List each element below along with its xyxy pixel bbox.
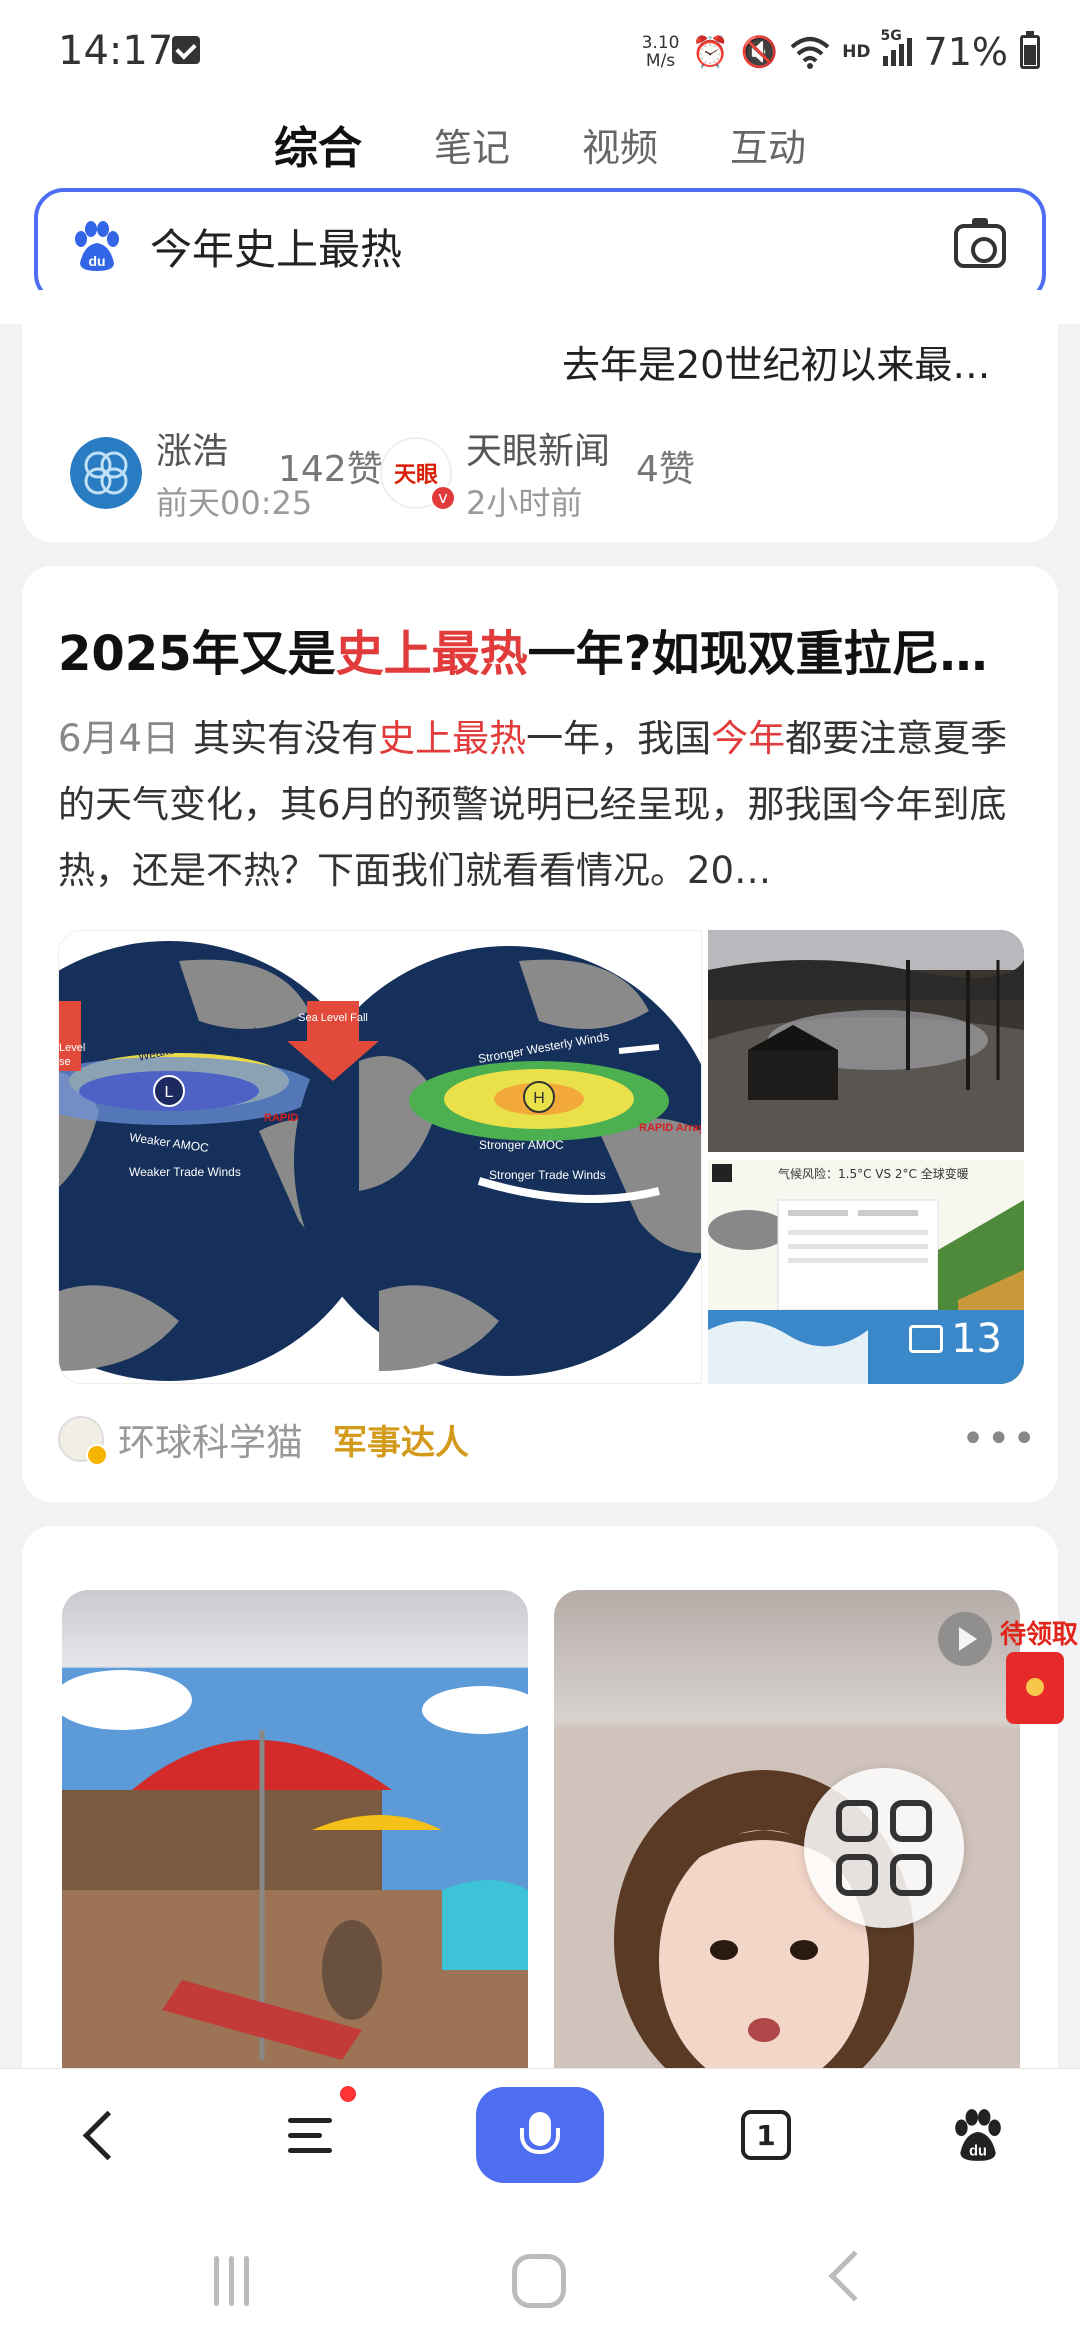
network-speed: 3.10 M/s [642, 34, 680, 70]
map-label: Level [59, 1042, 85, 1054]
checkbox-notification-icon [172, 36, 200, 64]
hd-icon: HD [842, 42, 871, 62]
svg-text:du: du [969, 2144, 987, 2160]
notification-dot [340, 2086, 356, 2102]
image-count-value: 13 [951, 1316, 1002, 1362]
svg-text:du: du [88, 253, 105, 269]
title-text: 2025年又是 [58, 626, 336, 682]
map-label: se [59, 1056, 71, 1068]
recent-apps-icon[interactable] [214, 2256, 258, 2306]
map-label: Stronger Trade Winds [489, 1168, 606, 1182]
infographic-title: 气候风险：1.5°C VS 2°C 全球变暖 [778, 1166, 969, 1181]
status-time: 14:17 [58, 28, 174, 74]
result-card-top-partial[interactable]: 去年是20世纪初以来最… 涨浩 前天00:25 142赞 天眼 v 天眼新闻 2… [22, 290, 1058, 542]
reward-label[interactable]: 待领取 [1000, 1614, 1078, 1651]
home-icon[interactable] [512, 2254, 566, 2308]
article-title[interactable]: 2025年又是史上最热一年?如现双重拉尼… [58, 614, 987, 684]
ocean-circulation-diagram: L Weaker Westerly Winds Weaker AMOC Weak… [59, 931, 702, 1383]
battery-percent: 71% [923, 30, 1008, 74]
net-speed-value: 3.10 [641, 33, 680, 53]
network-type: 5G [880, 28, 902, 44]
baidu-home-icon[interactable]: du [946, 2087, 1010, 2183]
map-label: Stronger AMOC [479, 1138, 564, 1152]
article-image-ocean-map[interactable]: L Weaker Westerly Winds Weaker AMOC Weak… [58, 930, 702, 1384]
battery-icon [1020, 31, 1040, 69]
card1-right-author[interactable]: 天眼 v 天眼新闻 2小时前 [380, 422, 610, 524]
article-snippet: 6月4日 其实有没有史上最热一年，我国今年都要注意夏季的天气变化，其6月的预警说明… [58, 706, 1038, 904]
source-name[interactable]: 环球科学猫 [118, 1412, 303, 1466]
wildfire-photo [708, 930, 1024, 1152]
tabs-count: 1 [741, 2110, 791, 2160]
tabs-button[interactable]: 1 [738, 2087, 794, 2183]
post-time: 2小时前 [466, 484, 583, 522]
tab-videos[interactable]: 视频 [582, 117, 658, 172]
image-count: 13 [909, 1316, 1002, 1362]
mute-icon: 🔇 [740, 34, 779, 70]
grid-apps-icon[interactable] [804, 1768, 964, 1928]
snippet-text: 其实有没有 [193, 717, 379, 760]
status-bar: 14:17 3.10 M/s ⏰ 🔇 HD 5G 71% [0, 0, 1080, 100]
status-icons: 3.10 M/s ⏰ 🔇 HD 5G 71% [642, 28, 1040, 74]
bottom-nav-bar: 1 du [0, 2068, 1080, 2220]
baidu-paw-icon: du [75, 221, 119, 271]
more-options-icon[interactable]: ••• [961, 1416, 1038, 1462]
search-input[interactable] [150, 221, 954, 271]
tab-all[interactable]: 综合 [274, 112, 362, 176]
like-count: 4赞 [636, 449, 695, 490]
system-back-icon[interactable] [828, 2250, 880, 2302]
gallery-icon [909, 1325, 944, 1353]
snippet-highlight: 史上最热 [378, 717, 527, 760]
wifi-icon [790, 37, 830, 69]
map-label: Sea Level Fall [298, 1012, 368, 1024]
search-box[interactable]: du [34, 188, 1046, 304]
map-label: Weaker Trade Winds [129, 1165, 241, 1179]
net-speed-unit: M/s [645, 51, 676, 71]
article-image-climate-infographic[interactable]: 气候风险：1.5°C VS 2°C 全球变暖 13 [708, 1160, 1024, 1384]
verified-badge-icon: v [430, 485, 456, 511]
voice-search-button[interactable] [476, 2087, 604, 2183]
author-avatar: 天眼 v [380, 437, 456, 511]
article-date: 6月4日 [58, 717, 180, 760]
map-label: RAPID Array [639, 1122, 702, 1134]
author-name: 天眼新闻 [466, 431, 611, 472]
article-footer: 环球科学猫 军事达人 ••• [58, 1412, 1038, 1466]
like-count: 142赞 [278, 449, 383, 490]
source-avatar[interactable] [58, 1416, 108, 1466]
result-card-article[interactable]: 2025年又是史上最热一年?如现双重拉尼… 6月4日 其实有没有史上最热一年，我国… [22, 566, 1058, 1502]
system-nav-bar [0, 2220, 1080, 2340]
title-text: 一年?如现双重拉尼… [527, 626, 988, 682]
verified-badge-icon [86, 1444, 108, 1466]
red-packet-icon[interactable] [1006, 1652, 1064, 1724]
alarm-icon: ⏰ [691, 34, 729, 70]
cell-signal-icon: 5G [881, 28, 912, 66]
back-icon[interactable] [60, 2087, 140, 2183]
card1-title[interactable]: 去年是20世纪初以来最… [562, 334, 990, 389]
play-icon[interactable] [938, 1612, 992, 1666]
low-pressure-label: L [165, 1084, 174, 1101]
tab-interaction[interactable]: 互动 [730, 117, 806, 172]
snippet-highlight: 今年 [711, 717, 786, 760]
snippet-text: 一年，我国 [526, 717, 712, 760]
camera-icon[interactable] [954, 218, 1006, 268]
author-avatar [70, 437, 142, 509]
title-highlight: 史上最热 [335, 626, 528, 682]
microphone-icon [520, 2112, 560, 2154]
source-tag: 军事达人 [333, 1422, 469, 1463]
tab-notes[interactable]: 笔记 [434, 117, 510, 172]
menu-icon[interactable] [270, 2087, 350, 2183]
article-image-wildfire[interactable] [708, 930, 1024, 1152]
card1-left-author[interactable]: 涨浩 前天00:25 [70, 422, 312, 524]
search-category-tabs: 综合 笔记 视频 互动 [0, 100, 1080, 188]
high-pressure-label: H [533, 1090, 545, 1107]
